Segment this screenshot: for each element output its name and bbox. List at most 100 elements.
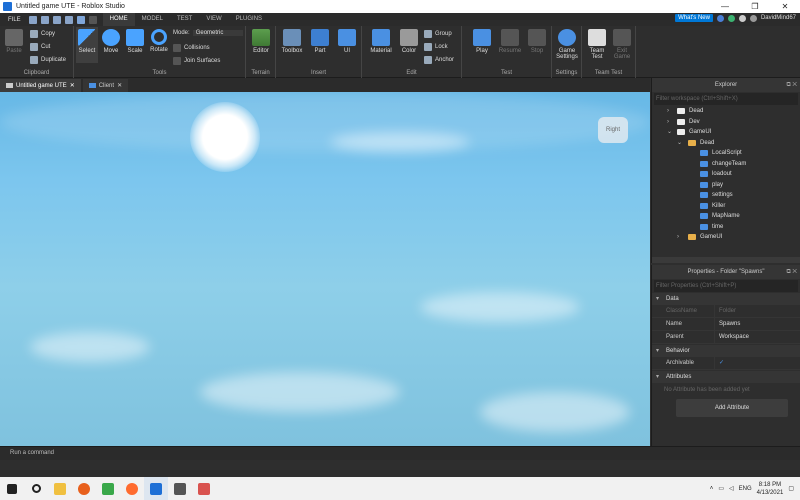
notification-icon[interactable]: ▢ — [788, 485, 794, 492]
network-icon[interactable]: ▭ — [718, 485, 724, 492]
taskbar-app[interactable] — [120, 477, 144, 500]
taskbar-app[interactable] — [48, 477, 72, 500]
taskbar-app[interactable] — [72, 477, 96, 500]
resume-button[interactable]: Resume — [496, 29, 524, 54]
exit-game-button[interactable]: Exit Game — [611, 29, 633, 60]
material-button[interactable]: Material — [366, 29, 396, 54]
game-settings-button[interactable]: Game Settings — [554, 29, 580, 60]
minimize-button[interactable]: — — [710, 0, 740, 13]
property-row[interactable]: Name Spawns — [652, 318, 800, 331]
add-attribute-button[interactable]: Add Attribute — [676, 399, 788, 417]
tab-view[interactable]: VIEW — [199, 13, 228, 26]
undo-icon[interactable] — [76, 15, 85, 24]
tree-item[interactable]: › Dev — [652, 117, 800, 128]
team-test-button[interactable]: Team Test — [585, 29, 609, 60]
horizontal-scrollbar[interactable] — [652, 257, 800, 263]
close-button[interactable]: ✕ — [770, 0, 800, 13]
command-bar-input[interactable]: Run a command — [0, 446, 800, 460]
chevron-right-icon[interactable]: › — [677, 232, 679, 243]
rotate-button[interactable]: Rotate — [147, 29, 171, 53]
tree-item[interactable]: ⌄ Dead — [652, 138, 800, 149]
share-icon[interactable] — [738, 14, 746, 22]
username[interactable]: DavidMind67 — [761, 15, 796, 21]
section-data[interactable]: Data — [652, 293, 800, 305]
join-surfaces-toggle[interactable]: Join Surfaces — [173, 57, 220, 65]
publish-icon[interactable] — [52, 15, 61, 24]
play-button[interactable]: Play — [470, 29, 494, 54]
ui-button[interactable]: UI — [336, 29, 358, 54]
tree-item[interactable]: time — [652, 222, 800, 233]
select-button[interactable]: Select — [76, 27, 98, 63]
tree-item[interactable]: loadout — [652, 169, 800, 180]
avatar[interactable] — [749, 14, 757, 22]
tree-item[interactable]: play — [652, 180, 800, 191]
taskbar-app[interactable] — [192, 477, 216, 500]
terrain-editor-button[interactable]: Editor — [250, 29, 272, 54]
mode-dropdown[interactable]: Mode: Geometric — [173, 30, 243, 36]
volume-icon[interactable]: ◁ — [729, 485, 734, 492]
doc-tab-game[interactable]: Untitled game UTE ✕ — [0, 79, 81, 92]
tree-item[interactable]: changeTeam — [652, 159, 800, 170]
explorer-filter-input[interactable]: Filter workspace (Ctrl+Shift+X) — [654, 93, 798, 105]
tab-home[interactable]: HOME — [102, 12, 135, 27]
tree-item[interactable]: LocalScript — [652, 148, 800, 159]
section-behavior[interactable]: Behavior — [652, 345, 800, 357]
toolbox-button[interactable]: Toolbox — [279, 29, 305, 54]
search-button[interactable] — [24, 477, 48, 500]
tree-item[interactable]: › GameUI — [652, 232, 800, 243]
close-icon[interactable]: ✕ — [70, 82, 75, 89]
anchor-button[interactable]: Anchor — [424, 56, 454, 64]
panel-close-icon[interactable]: ⧉ ✕ — [786, 78, 797, 92]
taskbar-app[interactable] — [168, 477, 192, 500]
lang-indicator[interactable]: ENG — [739, 486, 752, 492]
tree-item[interactable]: Killer — [652, 201, 800, 212]
stop-button[interactable]: Stop — [526, 29, 548, 54]
duplicate-button[interactable]: Duplicate — [30, 56, 66, 64]
move-button[interactable]: Move — [100, 29, 122, 54]
view-cube[interactable]: Right — [598, 117, 628, 143]
taskbar-app[interactable] — [144, 477, 168, 500]
tab-test[interactable]: TEST — [170, 13, 199, 26]
properties-filter-input[interactable]: Filter Properties (Ctrl+Shift+P) — [654, 280, 798, 292]
panel-close-icon[interactable]: ⧉ ✕ — [786, 265, 797, 279]
tab-model[interactable]: MODEL — [135, 13, 170, 26]
copy-button[interactable]: Copy — [30, 30, 55, 38]
collisions-toggle[interactable]: Collisions — [173, 44, 210, 52]
property-row[interactable]: Archivable ✓ — [652, 357, 800, 370]
paste-button[interactable]: Paste — [4, 29, 24, 54]
tree-item[interactable]: MapName — [652, 211, 800, 222]
close-icon[interactable]: ✕ — [117, 82, 122, 89]
maximize-button[interactable]: ❐ — [740, 0, 770, 13]
clock[interactable]: 8:18 PM 4/13/2021 — [757, 481, 784, 497]
property-row[interactable]: Parent Workspace — [652, 331, 800, 344]
lock-button[interactable]: Lock — [424, 43, 448, 51]
start-button[interactable] — [0, 477, 24, 500]
whats-new-button[interactable]: What's New — [675, 14, 713, 22]
file-menu[interactable]: FILE — [0, 17, 29, 23]
tree-item[interactable]: settings — [652, 190, 800, 201]
property-value[interactable]: Spawns — [714, 318, 800, 330]
redo-icon[interactable] — [88, 15, 97, 24]
chevron-right-icon[interactable]: › — [667, 106, 669, 117]
chevron-up-icon[interactable]: ˄ — [710, 486, 714, 492]
group-button[interactable]: Group — [424, 30, 452, 38]
binoculars-icon[interactable] — [40, 15, 49, 24]
save-icon[interactable] — [28, 15, 37, 24]
section-attributes[interactable]: Attributes — [652, 371, 800, 383]
chevron-down-icon[interactable]: ⌄ — [667, 127, 672, 138]
tree-item[interactable]: › Dead — [652, 106, 800, 117]
tab-plugins[interactable]: PLUGINS — [229, 13, 269, 26]
3d-viewport[interactable]: Right — [0, 92, 650, 446]
upload-icon[interactable] — [64, 15, 73, 24]
chevron-down-icon[interactable]: ⌄ — [677, 138, 682, 149]
chevron-right-icon[interactable]: › — [667, 117, 669, 128]
property-value[interactable]: Workspace — [714, 331, 800, 343]
doc-tab-client[interactable]: Client ✕ — [82, 79, 129, 92]
cut-button[interactable]: Cut — [30, 43, 50, 51]
archivable-checkbox[interactable]: ✓ — [714, 357, 800, 369]
scale-button[interactable]: Scale — [124, 29, 146, 54]
status-icon[interactable] — [727, 14, 735, 22]
taskbar-app[interactable] — [96, 477, 120, 500]
color-button[interactable]: Color — [398, 29, 420, 54]
tree-item[interactable]: ⌄ GameUI — [652, 127, 800, 138]
